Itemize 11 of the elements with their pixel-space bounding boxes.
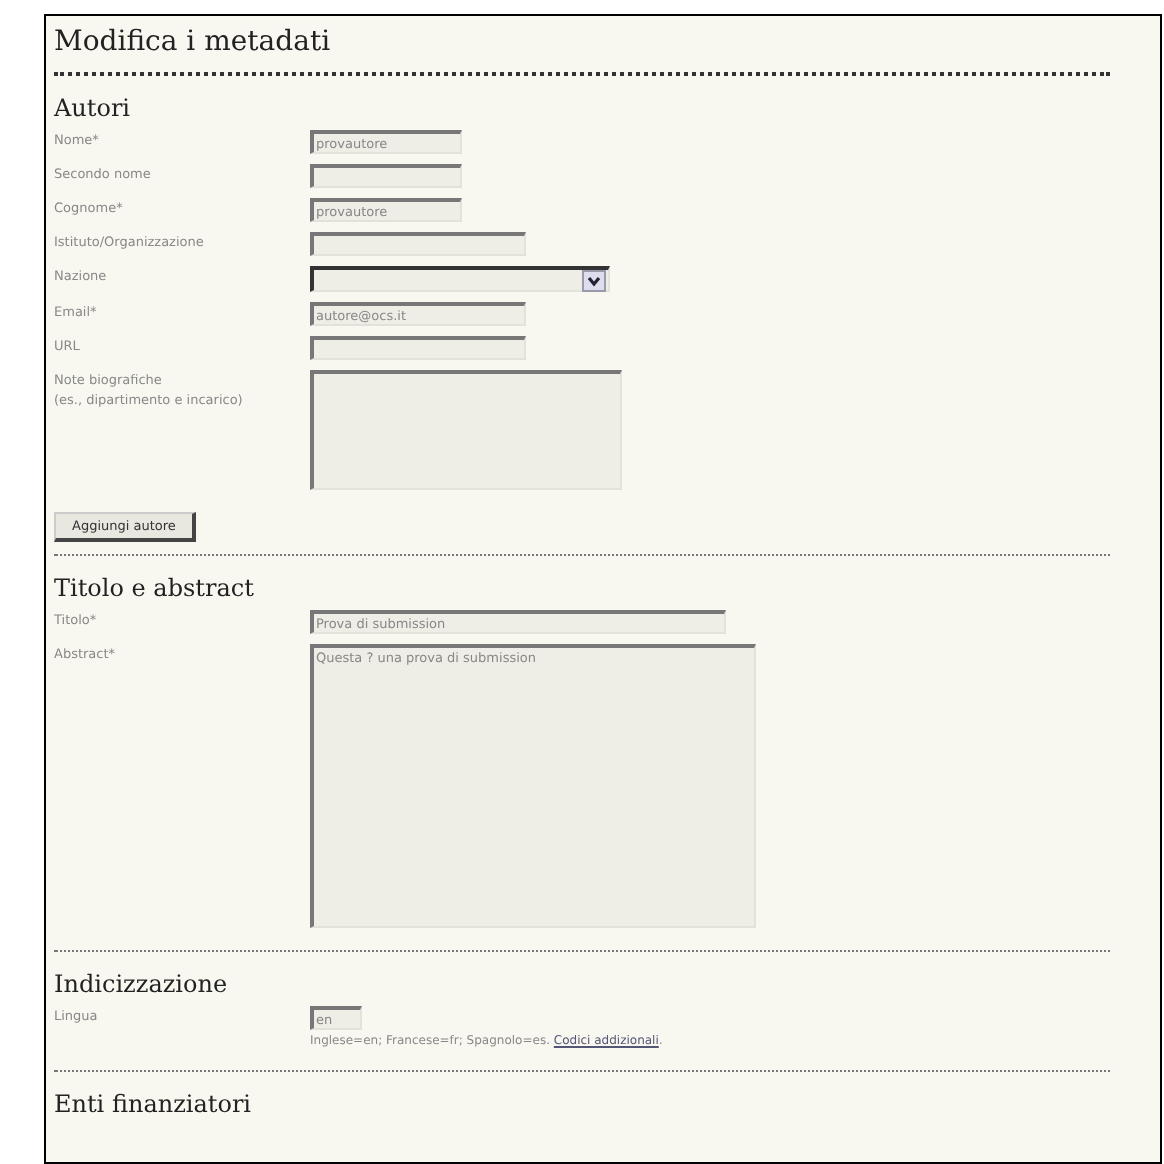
text-field[interactable] bbox=[310, 164, 462, 188]
text-field[interactable] bbox=[310, 336, 526, 360]
country-dropdown[interactable] bbox=[310, 266, 610, 292]
page-title: Modifica i metadati bbox=[54, 16, 1110, 76]
section-heading: Indicizzazione bbox=[54, 970, 230, 998]
text-field[interactable] bbox=[310, 232, 526, 256]
section-heading: Autori bbox=[54, 94, 133, 122]
text-area[interactable] bbox=[310, 370, 622, 490]
section-heading: Enti finanziatori bbox=[54, 1090, 254, 1118]
chevron-down-icon bbox=[582, 269, 606, 291]
section-heading: Titolo e abstract bbox=[54, 574, 256, 602]
